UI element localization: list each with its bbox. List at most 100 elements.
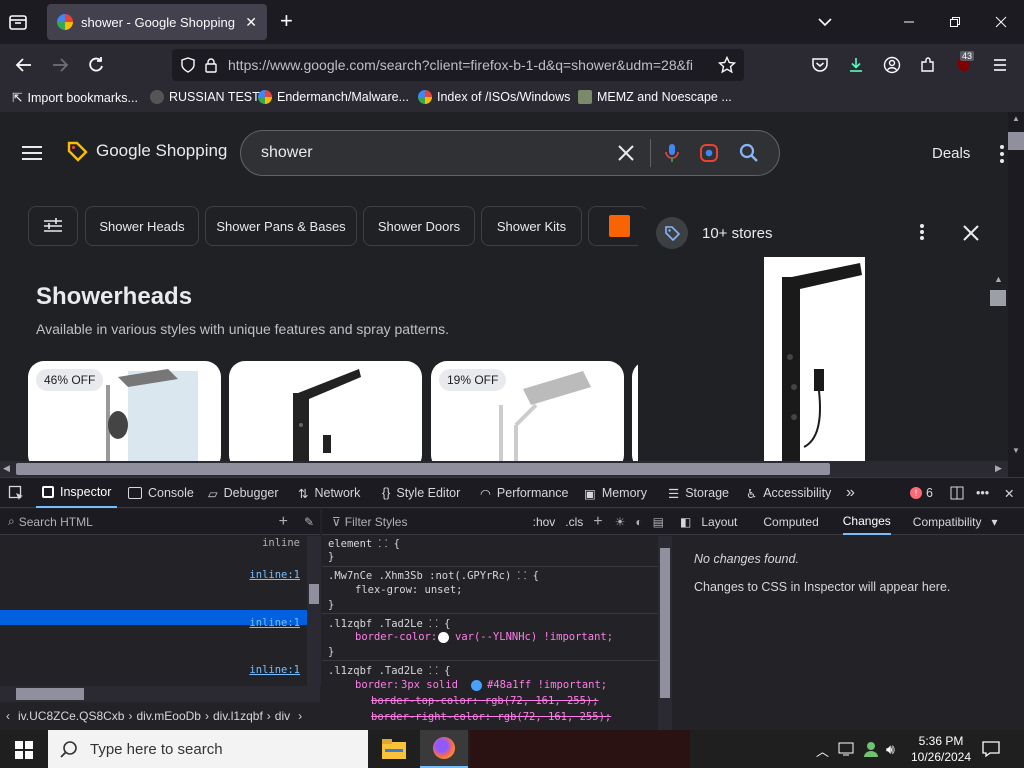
maximize-button[interactable] — [932, 0, 978, 44]
rule-declaration[interactable]: flex-grow: unset; — [355, 584, 462, 596]
taskbar-search-box[interactable]: Type here to search — [48, 730, 368, 768]
tab-layout[interactable]: Layout — [701, 515, 737, 529]
tab-active[interactable]: shower - Google Shopping ✕ — [47, 4, 267, 40]
scroll-thumb[interactable] — [660, 548, 670, 698]
scroll-thumb[interactable] — [990, 290, 1006, 306]
bookmark-russian-test[interactable]: RUSSIAN TEST — [150, 90, 260, 104]
rule-selector[interactable]: element ⸬ { — [328, 537, 400, 551]
page-vertical-scrollbar[interactable]: ▲ ▼ — [1008, 112, 1024, 477]
scroll-thumb[interactable] — [1008, 132, 1024, 150]
color-swatch[interactable] — [438, 632, 449, 643]
rule-property[interactable]: border-color: — [355, 631, 437, 643]
chip-shower-heads[interactable]: Shower Heads — [85, 206, 199, 246]
back-button[interactable] — [8, 49, 40, 81]
downloads-icon[interactable] — [840, 49, 872, 81]
rule-source-link[interactable]: inline:1 — [249, 664, 300, 676]
chip-shower-pans[interactable]: Shower Pans & Bases — [205, 206, 357, 246]
clock[interactable]: 5:36 PM 10/26/2024 — [910, 733, 972, 765]
bookmark-memz[interactable]: MEMZ and Noescape ... — [578, 90, 732, 104]
chip-shower-kits[interactable]: Shower Kits — [481, 206, 582, 246]
tab-debugger[interactable]: ▱ Debugger — [208, 478, 279, 508]
tracking-shield-icon[interactable] — [180, 57, 196, 73]
bookmark-import[interactable]: ⇱ Import bookmarks... — [12, 90, 138, 106]
hov-button[interactable]: :hov — [533, 515, 556, 529]
scroll-up-icon[interactable]: ▲ — [994, 274, 1003, 284]
tab-close-icon[interactable]: ✕ — [245, 14, 257, 31]
color-swatch[interactable] — [471, 680, 482, 691]
account-icon[interactable] — [876, 49, 908, 81]
search-box[interactable]: shower — [240, 130, 780, 176]
rule-value[interactable]: var(--YLNNHc) !important; — [455, 631, 613, 643]
stores-row[interactable]: 10+ stores — [656, 217, 772, 249]
bookmark-isos[interactable]: Index of /ISOs/Windows — [418, 90, 570, 104]
new-tab-button[interactable]: + — [280, 10, 293, 32]
voice-search-icon[interactable] — [665, 143, 679, 163]
close-devtools-icon[interactable]: ✕ — [1004, 478, 1014, 508]
filters-button[interactable] — [28, 206, 78, 246]
rule-selector[interactable]: .l1zqbf .Tad2Le ⸬ { — [328, 617, 451, 631]
scroll-down-icon[interactable]: ▼ — [1012, 446, 1020, 455]
dock-icon[interactable] — [950, 478, 964, 508]
rules-scrollbar[interactable] — [658, 536, 672, 731]
light-mode-icon[interactable]: ☀ — [615, 515, 626, 529]
add-rule-icon[interactable]: + — [593, 513, 602, 531]
rule-source-link[interactable]: inline:1 — [249, 617, 300, 629]
error-count[interactable]: ! 6 — [910, 478, 933, 508]
bookmark-endermanch[interactable]: Endermanch/Malware... — [258, 90, 409, 104]
volume-icon[interactable]: 🔊︎ — [886, 741, 895, 758]
panel-close-icon[interactable] — [963, 225, 979, 241]
rule-value[interactable]: 3px solid — [401, 679, 458, 691]
product-card[interactable] — [229, 361, 422, 471]
tab-console[interactable]: Console — [128, 478, 194, 508]
cls-button[interactable]: .cls — [565, 515, 583, 529]
search-icon[interactable] — [739, 143, 759, 163]
scroll-up-icon[interactable]: ▲ — [1012, 114, 1020, 123]
tab-inspector[interactable]: Inspector — [36, 478, 118, 508]
rule-source-link[interactable]: inline:1 — [249, 569, 300, 581]
tab-accessibility[interactable]: ♿ Accessibility — [746, 478, 831, 508]
print-icon[interactable]: ▤ — [653, 515, 664, 529]
product-card[interactable]: 46% OFF — [28, 361, 221, 471]
devtools-menu-icon[interactable]: ••• — [976, 478, 989, 508]
close-window-button[interactable] — [978, 0, 1024, 44]
page-horizontal-scrollbar[interactable]: ◀ ▶ — [0, 461, 1008, 477]
search-input[interactable]: shower — [261, 144, 618, 162]
google-shopping-logo[interactable]: Google Shopping — [66, 140, 227, 162]
scroll-thumb[interactable] — [16, 463, 830, 475]
dark-mode-icon[interactable]: ◐ — [635, 515, 642, 529]
tab-compatibility[interactable]: Compatibility — [913, 515, 982, 529]
firefox-taskbar-button[interactable] — [420, 730, 468, 768]
firefox-view-icon[interactable] — [8, 12, 28, 32]
forward-button[interactable] — [44, 49, 76, 81]
toggle-pane-icon[interactable]: ◧ — [680, 515, 691, 529]
scroll-right-icon[interactable]: ▶ — [995, 463, 1002, 474]
tab-changes[interactable]: Changes — [842, 509, 891, 535]
file-explorer-icon[interactable] — [382, 739, 406, 759]
chevron-down-icon[interactable]: ▾ — [992, 515, 998, 529]
element-picker-icon[interactable] — [8, 478, 24, 508]
rule-value[interactable]: #48a1ff !important; — [487, 679, 607, 691]
more-options-icon[interactable] — [999, 144, 1005, 164]
url-bar[interactable]: https://www.google.com/search?client=fir… — [172, 49, 744, 81]
main-menu-icon[interactable] — [22, 145, 42, 161]
scroll-left-icon[interactable]: ◀ — [3, 463, 10, 474]
rule-selector[interactable]: .Mw7nCe .Xhm3Sb :not(.GPYrRc) ⸬ { — [328, 569, 539, 583]
more-tools-icon[interactable]: » — [846, 478, 855, 508]
list-all-tabs-icon[interactable] — [815, 12, 835, 32]
panel-more-icon[interactable] — [919, 223, 925, 241]
filter-styles-input[interactable]: Filter Styles — [345, 515, 533, 529]
rule-property[interactable]: border: — [355, 679, 399, 691]
chip-shower-doors[interactable]: Shower Doors — [363, 206, 475, 246]
rule-selector[interactable]: .l1zqbf .Tad2Le ⸬ { — [328, 664, 451, 678]
user-status-icon[interactable] — [862, 740, 880, 758]
lock-icon[interactable] — [204, 57, 218, 73]
product-card[interactable]: 19% OFF — [431, 361, 624, 471]
tab-performance[interactable]: ◠ Performance — [480, 478, 568, 508]
taskbar-search-input[interactable]: Type here to search — [90, 741, 223, 758]
pocket-icon[interactable] — [804, 49, 836, 81]
tab-memory[interactable]: ▣ Memory — [584, 478, 647, 508]
extensions-icon[interactable] — [912, 49, 944, 81]
tab-style-editor[interactable]: {} Style Editor — [382, 478, 460, 508]
show-hidden-icons[interactable]: ︿ — [816, 741, 829, 760]
network-icon[interactable] — [838, 741, 856, 757]
